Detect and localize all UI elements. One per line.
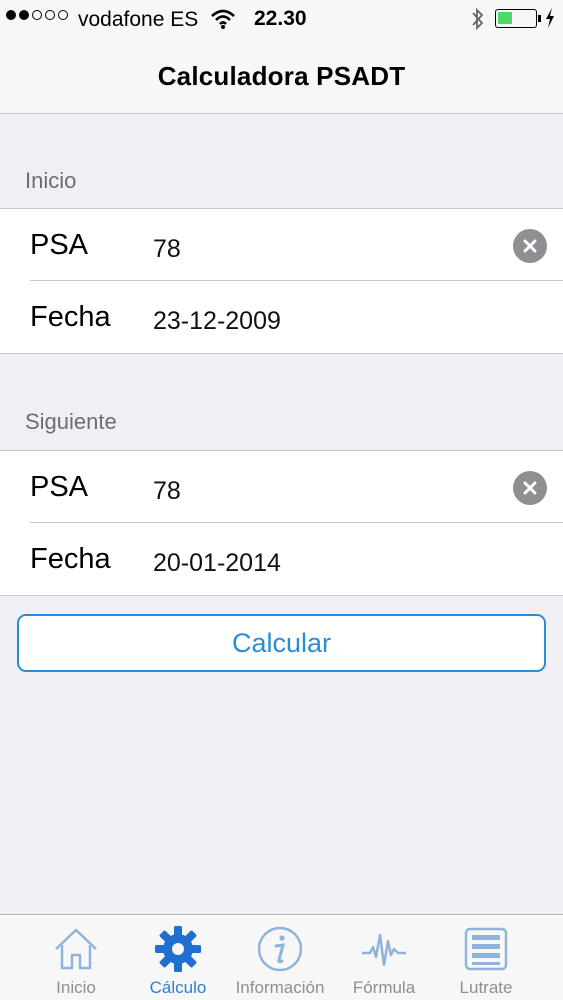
info-icon — [257, 926, 303, 972]
fecha-label: Fecha — [30, 301, 111, 333]
tab-bar: Inicio Cálculo Información Fórmula Lutra… — [0, 914, 563, 1000]
tab-informacion[interactable]: Información — [228, 915, 332, 1000]
siguiente-fecha-input[interactable]: 20-01-2014 — [153, 549, 281, 578]
calcular-button[interactable]: Calcular — [17, 614, 546, 672]
inicio-fecha-input[interactable]: 23-12-2009 — [153, 307, 281, 336]
list-icon — [464, 927, 508, 971]
waveform-icon — [362, 933, 406, 967]
home-icon — [55, 928, 97, 970]
tab-lutrate[interactable]: Lutrate — [434, 915, 538, 1000]
tab-label: Cálculo — [149, 978, 207, 997]
siguiente-fecha-row[interactable]: Fecha 20-01-2014 — [0, 523, 563, 595]
status-time: 22.30 — [254, 7, 307, 30]
charging-bolt-icon — [546, 8, 554, 28]
tab-calculo[interactable]: Cálculo — [126, 915, 230, 1000]
inicio-psa-row[interactable]: PSA 78 — [0, 209, 563, 281]
bluetooth-icon — [472, 7, 484, 31]
battery-tip — [538, 15, 541, 22]
signal-strength-icon — [6, 10, 68, 20]
tab-label: Lutrate — [459, 978, 513, 997]
page-title: Calculadora PSADT — [157, 61, 406, 91]
tab-label: Fórmula — [352, 978, 416, 997]
fecha-label: Fecha — [30, 543, 111, 575]
section-header-siguiente: Siguiente — [25, 409, 117, 434]
clear-inicio-psa-button[interactable] — [513, 229, 547, 263]
psa-label: PSA — [30, 471, 89, 503]
gear-icon — [155, 926, 201, 972]
clear-siguiente-psa-button[interactable] — [513, 471, 547, 505]
close-icon — [523, 239, 537, 253]
inicio-psa-input[interactable]: 78 — [153, 235, 181, 264]
inicio-fecha-row[interactable]: Fecha 23-12-2009 — [0, 281, 563, 353]
close-icon — [523, 481, 537, 495]
wifi-icon — [211, 9, 235, 29]
navigation-bar: Calculadora PSADT — [0, 40, 563, 114]
inicio-group: PSA 78 Fecha 23-12-2009 — [0, 208, 563, 354]
siguiente-group: PSA 78 Fecha 20-01-2014 — [0, 450, 563, 596]
battery-icon — [495, 9, 537, 28]
carrier-name: vodafone ES — [78, 8, 199, 31]
tab-inicio[interactable]: Inicio — [24, 915, 128, 1000]
siguiente-psa-row[interactable]: PSA 78 — [0, 451, 563, 523]
tab-label: Inicio — [56, 978, 96, 997]
psa-label: PSA — [30, 229, 89, 261]
tab-label: Información — [235, 978, 325, 997]
siguiente-psa-input[interactable]: 78 — [153, 477, 181, 506]
status-bar: vodafone ES 22.30 — [0, 0, 563, 40]
tab-formula[interactable]: Fórmula — [332, 915, 436, 1000]
section-header-inicio: Inicio — [25, 168, 77, 193]
